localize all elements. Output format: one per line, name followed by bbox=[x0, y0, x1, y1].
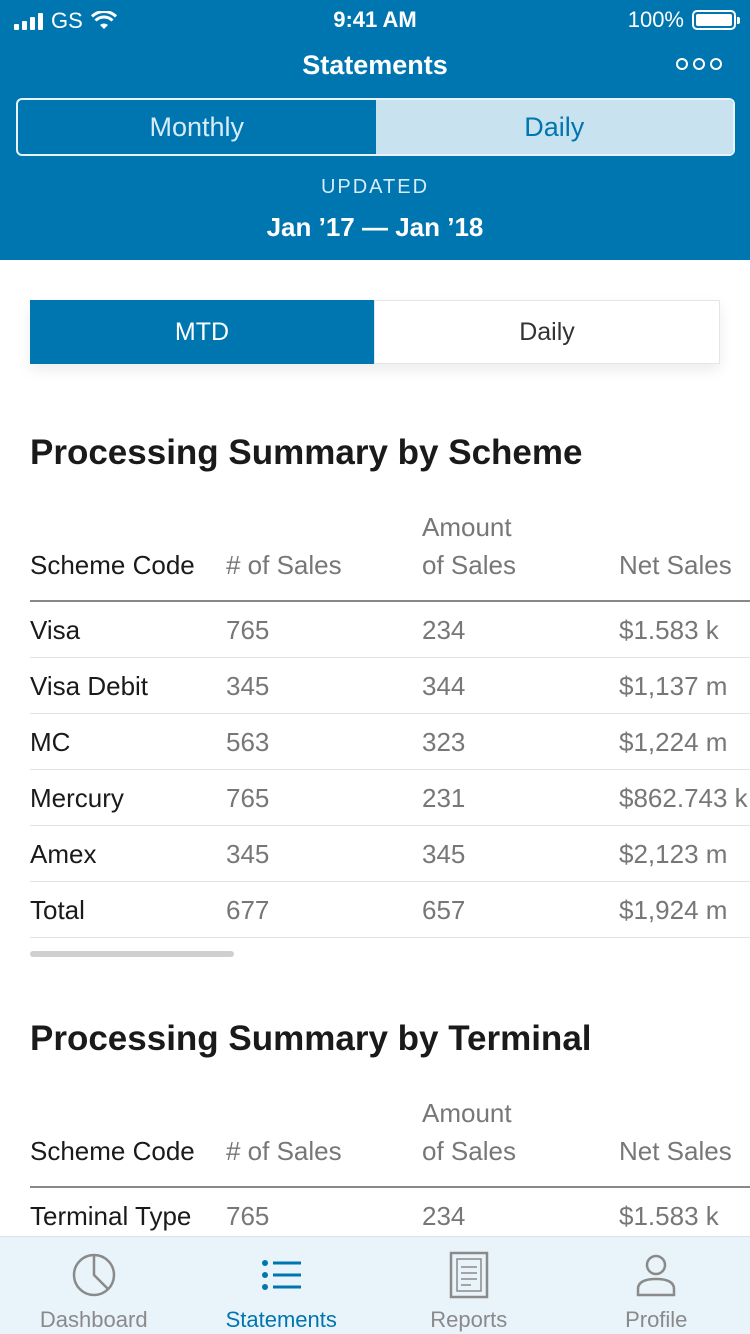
scheme-table: Scheme Code # of Sales Amount of Sales N… bbox=[30, 502, 750, 938]
tab-label: Profile bbox=[625, 1307, 688, 1332]
status-bar: GS 9:41 AM 100% bbox=[0, 0, 750, 40]
cell-scheme: Visa bbox=[30, 615, 81, 645]
cell-amount: 323 bbox=[422, 727, 466, 757]
page-title: Statements bbox=[302, 50, 448, 80]
dot-icon bbox=[693, 58, 705, 70]
column-header-amount-line1: Amount bbox=[422, 1098, 512, 1128]
column-header-amount-line2: of Sales bbox=[422, 1136, 516, 1166]
column-header-net-sales: Net Sales bbox=[619, 1136, 732, 1166]
cell-net-sales: $1,924 m bbox=[619, 895, 728, 925]
cell-scheme: Amex bbox=[30, 839, 97, 869]
cell-net-sales: $1,224 m bbox=[619, 727, 728, 757]
cell-amount: 234 bbox=[422, 1201, 466, 1231]
column-header-num-sales: # of Sales bbox=[226, 550, 342, 580]
cell-net-sales: $1.583 k bbox=[619, 615, 719, 645]
cell-amount: 231 bbox=[422, 783, 466, 813]
pie-chart-icon bbox=[72, 1253, 115, 1297]
person-icon bbox=[637, 1254, 676, 1297]
column-header-num-sales: # of Sales bbox=[226, 1136, 342, 1166]
cell-net-sales: $862.743 k bbox=[619, 783, 748, 813]
cell-terminal: Terminal Type bbox=[30, 1201, 192, 1231]
period-segmented-control: Monthly Daily bbox=[16, 98, 735, 156]
cell-num-sales: 563 bbox=[226, 727, 270, 757]
tab-statements[interactable]: Statements bbox=[188, 1237, 376, 1334]
battery-icon bbox=[692, 10, 740, 30]
column-header-amount-sales: Amount of Sales bbox=[422, 1094, 516, 1170]
cell-net-sales: $1.583 k bbox=[619, 1201, 719, 1231]
table-header: Scheme Code # of Sales Amount of Sales N… bbox=[30, 502, 750, 602]
tab-label: Reports bbox=[430, 1307, 508, 1332]
tab-label: Dashboard bbox=[39, 1307, 148, 1332]
cell-net-sales: $2,123 m bbox=[619, 839, 728, 869]
column-header-scheme-code: Scheme Code bbox=[30, 550, 195, 580]
tab-profile[interactable]: Profile bbox=[563, 1237, 750, 1334]
cell-scheme: Total bbox=[30, 895, 85, 925]
toggle-mtd[interactable]: MTD bbox=[30, 300, 374, 364]
cell-num-sales: 345 bbox=[226, 839, 270, 869]
cell-scheme: MC bbox=[30, 727, 71, 757]
cell-scheme: Visa Debit bbox=[30, 671, 149, 701]
cell-num-sales: 765 bbox=[226, 1201, 270, 1231]
cell-amount: 345 bbox=[422, 839, 466, 869]
updated-label: UPDATED bbox=[320, 176, 430, 198]
column-header-amount-line1: Amount bbox=[422, 512, 512, 542]
table-row[interactable]: MC 563 323 $1,224 m bbox=[30, 714, 750, 770]
cell-amount: 234 bbox=[422, 615, 466, 645]
column-header-amount-sales: Amount of Sales bbox=[422, 508, 516, 584]
tab-bar: Dashboard Statements Reports Profile bbox=[0, 1236, 750, 1334]
date-range: Jan ’17 — Jan ’18 bbox=[266, 212, 484, 242]
cell-num-sales: 765 bbox=[226, 783, 270, 813]
cell-num-sales: 765 bbox=[226, 615, 270, 645]
cell-num-sales: 345 bbox=[226, 671, 270, 701]
cell-scheme: Mercury bbox=[30, 783, 124, 813]
list-icon bbox=[262, 1260, 302, 1290]
table-row[interactable]: Visa Debit 345 344 $1,137 m bbox=[30, 658, 750, 714]
column-header-scheme-code: Scheme Code bbox=[30, 1136, 195, 1166]
cell-amount: 344 bbox=[422, 671, 466, 701]
cell-amount: 657 bbox=[422, 895, 466, 925]
battery-percent: 100% bbox=[627, 7, 684, 32]
table-row[interactable]: Amex 345 345 $2,123 m bbox=[30, 826, 750, 882]
terminal-section-title: Processing Summary by Terminal bbox=[30, 1019, 592, 1058]
cell-net-sales: $1,137 m bbox=[619, 671, 728, 701]
segment-daily[interactable]: Daily bbox=[375, 100, 733, 154]
scheme-section-title: Processing Summary by Scheme bbox=[30, 433, 583, 472]
cell-num-sales: 677 bbox=[226, 895, 270, 925]
column-header-amount-line2: of Sales bbox=[422, 550, 516, 580]
table-row[interactable]: Mercury 765 231 $862.743 k bbox=[30, 770, 750, 826]
tab-reports[interactable]: Reports bbox=[375, 1237, 563, 1334]
table-header: Scheme Code # of Sales Amount of Sales N… bbox=[30, 1088, 750, 1188]
dot-icon bbox=[676, 58, 688, 70]
document-icon bbox=[449, 1251, 488, 1299]
terminal-table: Scheme Code # of Sales Amount of Sales N… bbox=[30, 1088, 750, 1244]
table-row-total[interactable]: Total 677 657 $1,924 m bbox=[30, 882, 750, 938]
mtd-daily-toggle: MTD Daily bbox=[30, 300, 720, 364]
horizontal-scrollbar[interactable] bbox=[30, 951, 234, 957]
status-right: 100% bbox=[627, 7, 740, 33]
toggle-daily[interactable]: Daily bbox=[374, 300, 720, 364]
tab-dashboard[interactable]: Dashboard bbox=[0, 1237, 188, 1334]
more-options-button[interactable] bbox=[676, 58, 722, 70]
dot-icon bbox=[710, 58, 722, 70]
column-header-net-sales: Net Sales bbox=[619, 550, 732, 580]
segment-monthly[interactable]: Monthly bbox=[18, 100, 376, 154]
tab-label: Statements bbox=[225, 1307, 337, 1332]
table-row[interactable]: Visa 765 234 $1.583 k bbox=[30, 602, 750, 658]
app-header: GS 9:41 AM 100% Statements Monthly Daily… bbox=[0, 0, 750, 260]
